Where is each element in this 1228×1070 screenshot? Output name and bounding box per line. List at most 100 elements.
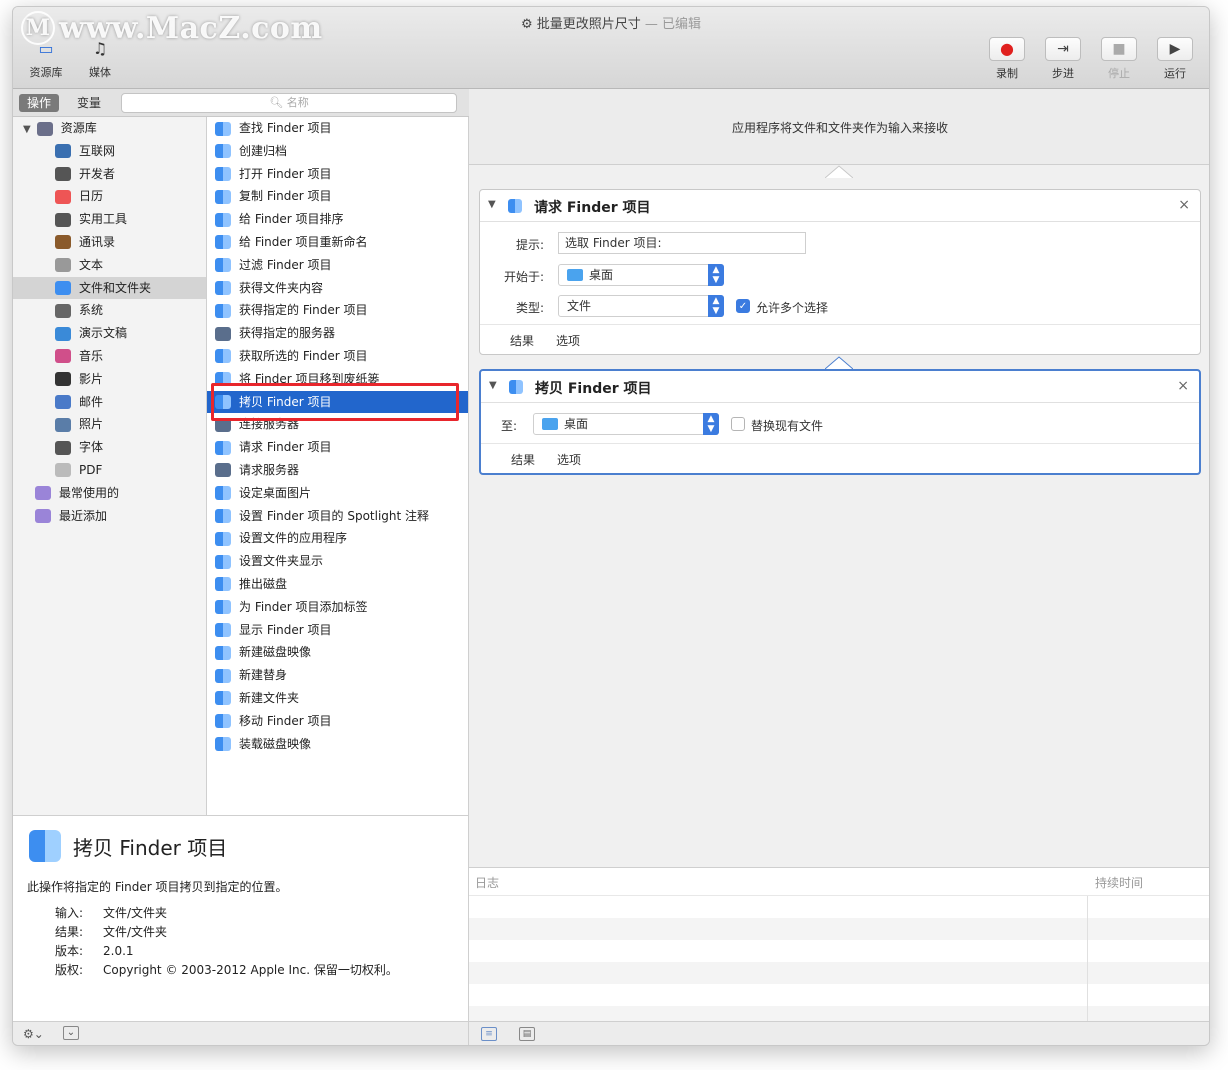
action-copy-finder-items[interactable]: ▼ 拷贝 Finder 项目 × 至: 桌面 ▲ ▼ 替换现有文件 结果 选项 xyxy=(479,369,1201,475)
library-item[interactable]: 演示文稿 xyxy=(13,322,206,345)
action-list-item[interactable]: 获得文件夹内容 xyxy=(207,277,468,300)
disclosure-triangle-icon[interactable]: ▼ xyxy=(23,124,31,135)
folder-icon xyxy=(567,268,583,281)
watermark-logo-icon: M xyxy=(21,11,55,45)
allow-multiple-checkbox[interactable]: ✓ xyxy=(736,299,750,313)
library-item[interactable]: 系统 xyxy=(13,299,206,322)
action-list-item[interactable]: 设置 Finder 项目的 Spotlight 注释 xyxy=(207,505,468,528)
record-button[interactable]: ● 录制 xyxy=(985,37,1029,81)
action-list-label: 设定桌面图片 xyxy=(239,485,312,500)
action-list-item[interactable]: 新建替身 xyxy=(207,664,468,687)
smart-group-item[interactable]: 最近添加 xyxy=(13,505,206,528)
smart-group-label: 最近添加 xyxy=(59,508,108,523)
library-item[interactable]: 文本 xyxy=(13,254,206,277)
finder-icon xyxy=(215,600,231,615)
action-request-finder-items[interactable]: ▼ 请求 Finder 项目 × 提示: 选取 Finder 项目: 开始于: … xyxy=(479,189,1201,355)
finder-icon xyxy=(508,199,522,213)
duration-column-header[interactable]: 持续时间 xyxy=(1095,874,1143,891)
close-icon[interactable]: × xyxy=(1178,197,1190,213)
info-description: 此操作将指定的 Finder 项目拷贝到指定的位置。 xyxy=(27,880,288,894)
collapse-triangle-icon[interactable]: ▼ xyxy=(489,380,497,391)
library-item[interactable]: 照片 xyxy=(13,413,206,436)
type-popup[interactable]: 文件 ▲ ▼ xyxy=(558,295,724,317)
record-icon: ● xyxy=(989,37,1025,61)
list-view-icon[interactable]: ≡ xyxy=(481,1027,497,1041)
start-location-popup[interactable]: 桌面 ▲ ▼ xyxy=(558,264,724,286)
library-item[interactable]: 影片 xyxy=(13,368,206,391)
library-item[interactable]: 文件和文件夹 xyxy=(13,276,206,300)
action-list-item[interactable]: 获得指定的服务器 xyxy=(207,322,468,345)
options-button[interactable]: 选项 xyxy=(556,332,580,349)
action-list-item[interactable]: 设定桌面图片 xyxy=(207,482,468,505)
destination-popup[interactable]: 桌面 ▲ ▼ xyxy=(533,413,719,435)
tab-variables[interactable]: 变量 xyxy=(69,94,109,112)
library-item-label: PDF xyxy=(79,462,103,477)
results-button[interactable]: 结果 xyxy=(511,451,535,468)
action-list-item[interactable]: 查找 Finder 项目 xyxy=(207,117,468,140)
library-item[interactable]: 字体 xyxy=(13,436,206,459)
finder-icon xyxy=(215,577,231,592)
library-item[interactable]: 通讯录 xyxy=(13,231,206,254)
workflow-area: 应用程序将文件和文件夹作为输入来接收 ▼ 请求 Finder 项目 × 提示: … xyxy=(469,89,1209,867)
action-list-item[interactable]: 新建文件夹 xyxy=(207,687,468,710)
action-list-item[interactable]: 装载磁盘映像 xyxy=(207,733,468,756)
action-list-item[interactable]: 获得指定的 Finder 项目 xyxy=(207,299,468,322)
finder-icon xyxy=(215,144,231,159)
smart-folder-icon xyxy=(35,509,51,524)
library-item[interactable]: 实用工具 xyxy=(13,208,206,231)
action-list-item[interactable]: 新建磁盘映像 xyxy=(207,641,468,664)
action-list-item[interactable]: 获取所选的 Finder 项目 xyxy=(207,345,468,368)
library-item[interactable]: 日历 xyxy=(13,185,206,208)
library-item-label: 开发者 xyxy=(79,166,116,181)
library-item[interactable]: PDF xyxy=(13,459,206,482)
action-list-item[interactable]: 拷贝 Finder 项目 xyxy=(207,390,468,414)
start-row: 开始于: 桌面 ▲ ▼ xyxy=(480,264,1200,288)
split-view-icon[interactable]: ▤ xyxy=(519,1027,535,1041)
action-list-item[interactable]: 给 Finder 项目排序 xyxy=(207,208,468,231)
finder-icon xyxy=(215,440,231,455)
action-list-item[interactable]: 推出磁盘 xyxy=(207,573,468,596)
info-copyright: 版权: Copyright © 2003-2012 Apple Inc. 保留一切… xyxy=(55,963,398,977)
action-list-item[interactable]: 创建归档 xyxy=(207,140,468,163)
search-input[interactable]: 🔍︎ 名称 xyxy=(121,93,457,113)
replace-existing-checkbox[interactable] xyxy=(731,417,745,431)
action-list-item[interactable]: 将 Finder 项目移到废纸篓 xyxy=(207,368,468,391)
action-footer: 结果 选项 xyxy=(480,324,1200,354)
action-list-item[interactable]: 显示 Finder 项目 xyxy=(207,619,468,642)
library-item[interactable]: 互联网 xyxy=(13,140,206,163)
font-icon xyxy=(55,440,71,455)
action-list-item[interactable]: 给 Finder 项目重新命名 xyxy=(207,231,468,254)
library-item[interactable]: 音乐 xyxy=(13,345,206,368)
collapse-triangle-icon[interactable]: ▼ xyxy=(488,199,496,210)
toggle-description-icon[interactable]: ⌄ xyxy=(63,1026,79,1040)
library-root[interactable]: ▼ 资源库 xyxy=(13,117,206,140)
stop-button[interactable]: ■ 停止 xyxy=(1097,37,1141,81)
action-list-item[interactable]: 为 Finder 项目添加标签 xyxy=(207,596,468,619)
action-list-label: 推出磁盘 xyxy=(239,576,288,591)
smart-group-item[interactable]: 最常使用的 xyxy=(13,482,206,505)
library-item[interactable]: 开发者 xyxy=(13,163,206,186)
action-list-item[interactable]: 移动 Finder 项目 xyxy=(207,710,468,733)
edited-status[interactable]: — 已编辑 xyxy=(645,17,701,32)
tab-actions[interactable]: 操作 xyxy=(19,94,60,112)
action-list-label: 设置 Finder 项目的 Spotlight 注释 xyxy=(239,508,430,523)
action-list-item[interactable]: 连接服务器 xyxy=(207,413,468,436)
action-list-item[interactable]: 过滤 Finder 项目 xyxy=(207,254,468,277)
action-list-item[interactable]: 复制 Finder 项目 xyxy=(207,185,468,208)
action-list-item[interactable]: 请求 Finder 项目 xyxy=(207,436,468,459)
close-icon[interactable]: × xyxy=(1177,378,1189,394)
prompt-field[interactable]: 选取 Finder 项目: xyxy=(558,232,806,254)
action-list-item[interactable]: 打开 Finder 项目 xyxy=(207,163,468,186)
gear-menu-icon[interactable]: ⚙⌄ xyxy=(23,1027,44,1041)
library-item[interactable]: 邮件 xyxy=(13,391,206,414)
step-button[interactable]: ⇥ 步进 xyxy=(1041,37,1085,81)
action-list-item[interactable]: 设置文件夹显示 xyxy=(207,550,468,573)
results-button[interactable]: 结果 xyxy=(510,332,534,349)
log-column-header[interactable]: 日志 xyxy=(475,874,499,891)
run-button[interactable]: ▶ 运行 xyxy=(1153,37,1197,81)
workflow-input-bar: 应用程序将文件和文件夹作为输入来接收 xyxy=(469,89,1209,165)
action-list-item[interactable]: 请求服务器 xyxy=(207,459,468,482)
options-button[interactable]: 选项 xyxy=(557,451,581,468)
action-list-item[interactable]: 设置文件的应用程序 xyxy=(207,527,468,550)
action-list-label: 设置文件夹显示 xyxy=(239,554,324,569)
